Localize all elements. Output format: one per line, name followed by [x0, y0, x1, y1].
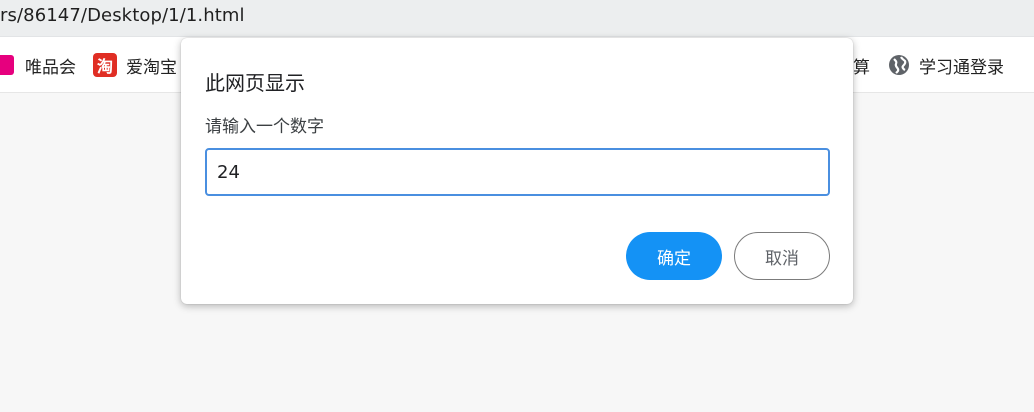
bookmark-taobao[interactable]: 淘 爱淘宝 — [93, 53, 177, 78]
address-bar[interactable]: rs/86147/Desktop/1/1.html — [0, 0, 1034, 37]
ok-button[interactable]: 确定 — [626, 232, 722, 280]
url-text[interactable]: rs/86147/Desktop/1/1.html — [0, 5, 245, 26]
bookmark-label: 学习通登录 — [919, 57, 1004, 78]
cancel-button[interactable]: 取消 — [734, 232, 830, 280]
prompt-dialog: 此网页显示 请输入一个数字 确定 取消 — [181, 38, 853, 304]
globe-icon — [888, 54, 910, 76]
bookmark-label: 算 — [853, 57, 870, 78]
bookmark-partial[interactable]: 算 — [853, 53, 870, 78]
dialog-message: 请输入一个数字 — [205, 117, 324, 137]
browser-window: rs/86147/Desktop/1/1.html 唯品会 淘 爱淘宝 算 学习… — [0, 0, 1034, 412]
bookmark-xuexitong[interactable]: 学习通登录 — [888, 53, 1004, 78]
bookmark-label: 爱淘宝 — [126, 57, 177, 78]
vipshop-icon — [0, 55, 14, 75]
bookmark-vipshop[interactable]: 唯品会 — [0, 53, 76, 78]
number-input[interactable] — [205, 148, 830, 196]
dialog-title: 此网页显示 — [205, 71, 305, 95]
bookmark-label: 唯品会 — [25, 57, 76, 78]
taobao-icon: 淘 — [93, 53, 117, 77]
